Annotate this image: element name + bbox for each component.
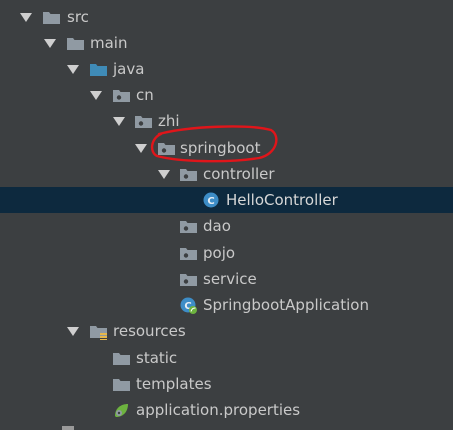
expand-arrow-icon[interactable] (158, 170, 170, 179)
tree-label-application-properties: application.properties (136, 401, 301, 419)
tree-row-service[interactable]: service (0, 266, 453, 292)
project-tree: src main java cn zhi springboot controll… (0, 0, 453, 430)
package-icon (180, 168, 197, 181)
expand-arrow-icon[interactable] (113, 117, 125, 126)
tree-row-main[interactable]: main (0, 30, 453, 56)
expand-arrow-icon[interactable] (67, 327, 79, 336)
folder-icon (113, 378, 130, 391)
tree-label-cn: cn (136, 86, 154, 104)
tree-row-partial (0, 424, 453, 430)
package-icon (180, 247, 197, 260)
tree-label-pojo: pojo (203, 244, 236, 262)
tree-row-dao[interactable]: dao (0, 213, 453, 239)
tree-row-pojo[interactable]: pojo (0, 240, 453, 266)
folder-icon (67, 37, 84, 50)
tree-label-src: src (67, 8, 89, 26)
tree-row-springbootapplication[interactable]: C SpringbootApplication (0, 292, 453, 318)
folder-icon (113, 352, 130, 365)
tree-row-static[interactable]: static (0, 345, 453, 371)
tree-label-main: main (90, 34, 128, 52)
folder-icon (43, 11, 60, 24)
source-root-folder-icon (90, 63, 107, 76)
partial-arrow-icon (62, 426, 74, 430)
tree-label-static: static (136, 349, 178, 367)
package-icon (180, 220, 197, 233)
properties-file-icon (113, 402, 129, 418)
resources-folder-icon (90, 325, 107, 340)
tree-label-templates: templates (136, 375, 212, 393)
spring-boot-class-icon: C (180, 297, 197, 314)
tree-label-controller: controller (203, 165, 275, 183)
tree-row-controller[interactable]: controller (0, 161, 453, 187)
class-icon: C (203, 192, 219, 208)
tree-label-java: java (113, 60, 145, 78)
svg-text:C: C (207, 196, 214, 207)
package-icon (113, 89, 130, 102)
tree-label-service: service (203, 270, 257, 288)
package-icon (180, 273, 197, 286)
tree-label-springbootapplication: SpringbootApplication (203, 296, 369, 314)
tree-row-application-properties[interactable]: application.properties (0, 397, 453, 423)
expand-arrow-icon[interactable] (67, 65, 79, 74)
tree-row-resources[interactable]: resources (0, 318, 453, 344)
expand-arrow-icon[interactable] (20, 13, 32, 22)
expand-arrow-icon[interactable] (44, 39, 56, 48)
tree-row-java[interactable]: java (0, 56, 453, 82)
expand-arrow-icon[interactable] (135, 144, 147, 153)
annotation-circle (150, 125, 278, 163)
tree-row-templates[interactable]: templates (0, 371, 453, 397)
tree-row-hellocontroller[interactable]: C HelloController (0, 187, 453, 213)
tree-label-hellocontroller: HelloController (226, 191, 338, 209)
tree-row-cn[interactable]: cn (0, 82, 453, 108)
tree-row-src[interactable]: src (0, 4, 453, 30)
expand-arrow-icon[interactable] (90, 91, 102, 100)
tree-label-dao: dao (203, 217, 231, 235)
tree-label-resources: resources (113, 322, 186, 340)
